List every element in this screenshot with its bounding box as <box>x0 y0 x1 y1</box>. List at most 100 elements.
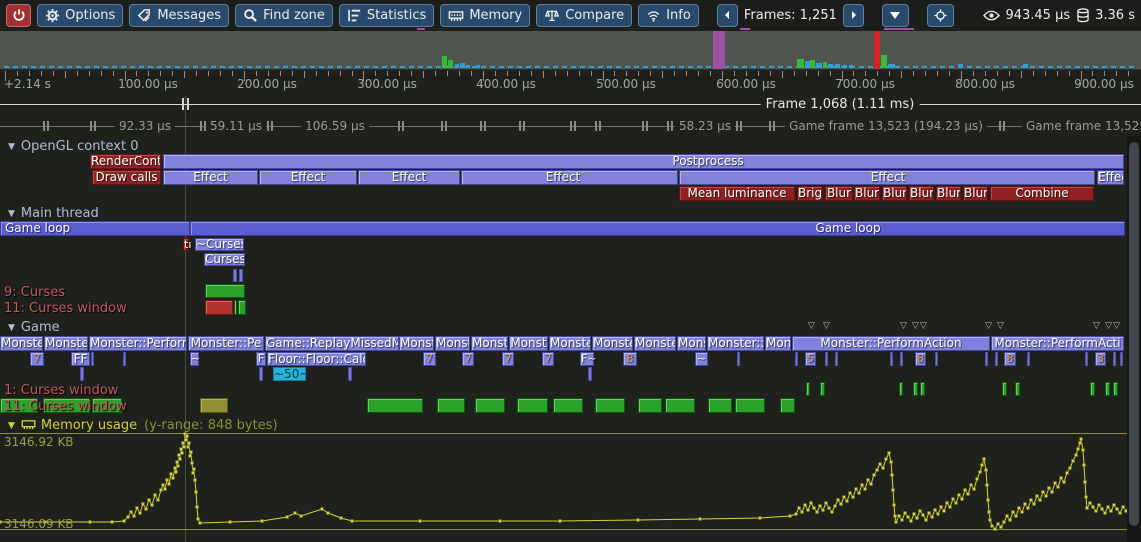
options-button[interactable]: Options <box>37 4 123 27</box>
zone-blur[interactable]: Blur <box>909 186 934 201</box>
frame-time-bar[interactable] <box>562 66 567 68</box>
frame-time-bar[interactable] <box>967 66 972 68</box>
zone[interactable] <box>1002 382 1007 396</box>
zone-mean-luminance[interactable]: Mean luminance <box>679 186 795 201</box>
message-marker-icon[interactable]: ▽ <box>1105 321 1112 331</box>
frame-time-bar[interactable] <box>301 66 306 68</box>
zone[interactable] <box>825 352 828 366</box>
frame-time-bar[interactable] <box>868 66 873 68</box>
zone[interactable] <box>806 382 810 396</box>
zone-monste[interactable]: Monste <box>0 336 43 351</box>
frame-time-bar-slow[interactable] <box>442 56 447 68</box>
frame-time-bar[interactable] <box>49 66 54 68</box>
frame-time-bar[interactable] <box>994 66 999 68</box>
frame-time-bar[interactable] <box>553 66 558 68</box>
zone-ff[interactable]: FF <box>71 352 90 366</box>
zone-game-loop[interactable]: Game loop <box>0 221 190 236</box>
frame-time-bar[interactable] <box>1102 66 1107 68</box>
frame-time-bar[interactable] <box>1066 66 1071 68</box>
zone-mons[interactable]: Mons <box>765 336 791 351</box>
frame-time-bar[interactable] <box>607 66 612 68</box>
scrollbar-thumb[interactable] <box>1129 142 1139 526</box>
frame-time-bar[interactable] <box>1003 66 1008 68</box>
frame-time-bar[interactable] <box>652 66 657 68</box>
zone-monster-pe[interactable]: Monster::Pe <box>707 336 764 351</box>
lock-label[interactable]: 11: Curses window <box>4 399 127 414</box>
zone[interactable] <box>795 352 798 366</box>
frame-time-bar[interactable] <box>211 66 216 68</box>
zone-monster-pe[interactable]: Monster::Pe <box>188 336 264 351</box>
frame-time-bar-slow[interactable] <box>810 60 815 68</box>
zone-blur[interactable]: Blur <box>936 186 961 201</box>
zone-7[interactable]: 7 <box>502 352 514 366</box>
frame-time-bar[interactable] <box>787 66 792 68</box>
frame-time-bar[interactable] <box>849 65 853 68</box>
frame-time-bar[interactable] <box>328 66 333 68</box>
zone-floor-floor-calc[interactable]: Floor::Floor::Calc <box>267 352 366 366</box>
frame-time-bar[interactable] <box>1075 66 1080 68</box>
zone-monst[interactable]: Monst <box>399 336 434 351</box>
zone[interactable] <box>737 352 740 366</box>
frame-ruler-label[interactable]: 58.23 µs <box>675 119 735 133</box>
frame-time-bar[interactable] <box>976 66 981 68</box>
zone-rendercont[interactable]: RenderCont <box>90 154 161 169</box>
next-frame-button[interactable] <box>843 4 864 27</box>
frame-ruler-label[interactable]: Game frame 13,523 (194.23 µs) <box>785 119 987 133</box>
frame-time-bar[interactable] <box>1012 66 1017 68</box>
zone-effect[interactable]: Effect <box>358 170 460 185</box>
zone-t[interactable]: tı <box>183 238 189 251</box>
frame-time-bar[interactable] <box>1093 66 1098 68</box>
frame-time-bar[interactable] <box>427 66 432 68</box>
frame-time-bar[interactable] <box>166 66 171 68</box>
zone[interactable] <box>233 269 237 282</box>
zone[interactable] <box>913 382 918 396</box>
frame-time-bar[interactable] <box>4 66 9 68</box>
frame-time-bar[interactable] <box>835 64 840 68</box>
zone[interactable] <box>239 269 243 282</box>
zone[interactable] <box>91 352 94 366</box>
zone-effect[interactable]: Effect <box>461 170 678 185</box>
frame-time-bar[interactable] <box>733 66 738 68</box>
goto-frame-button[interactable] <box>927 4 954 27</box>
frame-time-bar[interactable] <box>418 66 423 68</box>
zone[interactable] <box>1105 382 1110 396</box>
zone-effect[interactable]: Effect <box>679 170 1095 185</box>
zone-combine[interactable]: Combine <box>990 186 1094 201</box>
group-header-game[interactable]: ▼Game <box>8 320 60 335</box>
frame-time-bar[interactable] <box>1023 64 1028 68</box>
frame-time-bar[interactable] <box>598 66 603 68</box>
frame-time-bar[interactable] <box>455 64 459 68</box>
frame-time-bar[interactable] <box>778 66 783 68</box>
lock-label[interactable]: 1: Curses window <box>4 383 118 398</box>
zone-monste[interactable]: Monste <box>44 336 88 351</box>
group-header-main-thread[interactable]: ▼Main thread <box>8 206 99 221</box>
frame-time-bar[interactable] <box>220 66 225 68</box>
frame-time-bar[interactable] <box>193 66 198 68</box>
zone-effect[interactable]: Effect <box>163 170 258 185</box>
frames-overview-strip[interactable] <box>0 31 1141 70</box>
statistics-button[interactable]: Statistics <box>339 4 434 27</box>
compare-button[interactable]: Compare <box>536 4 632 27</box>
zone-3[interactable]: 3 <box>1095 352 1106 366</box>
zone-monste[interactable]: Monste <box>634 336 676 351</box>
frame-time-bar[interactable] <box>346 66 351 68</box>
frame-time-bar[interactable] <box>139 66 144 68</box>
frame-time-bar[interactable] <box>888 64 895 68</box>
frame-time-bar[interactable] <box>985 66 990 68</box>
frame-time-bar[interactable] <box>1120 66 1125 68</box>
zone[interactable] <box>437 398 465 413</box>
frame-time-bar[interactable] <box>373 66 378 68</box>
find-zone-button[interactable]: Find zone <box>235 4 333 27</box>
zone-monst[interactable]: Monst <box>435 336 470 351</box>
frame-time-bar[interactable] <box>1048 66 1053 68</box>
zone[interactable] <box>1027 352 1030 366</box>
zone-brigh[interactable]: Brigh <box>797 186 823 201</box>
message-marker-icon[interactable]: ▽ <box>1093 321 1100 331</box>
messages-button[interactable]: Messages <box>129 4 229 27</box>
zone[interactable] <box>1113 352 1116 366</box>
lock-label[interactable]: 11: Curses window <box>4 301 127 316</box>
frame-time-bar[interactable] <box>184 66 189 68</box>
frame-time-bar[interactable] <box>460 63 465 68</box>
zone-8[interactable]: 8 <box>1004 352 1016 366</box>
frame-time-bar[interactable] <box>1111 66 1116 68</box>
